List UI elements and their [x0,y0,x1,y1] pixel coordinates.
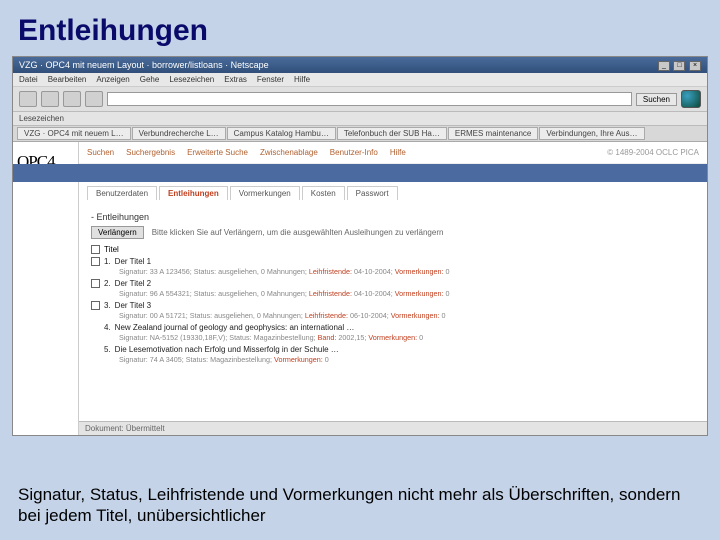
bookmark-toolbar: Lesezeichen [13,112,707,126]
item-checkbox[interactable] [91,257,100,266]
main-panel: Suchen Suchergebnis Erweiterte Suche Zwi… [79,142,707,435]
item-title[interactable]: Der Titel 2 [115,279,151,289]
item-checkbox[interactable] [91,279,100,288]
back-button[interactable] [19,91,37,107]
item-title[interactable]: Die Lesemotivation nach Erfolg und Misse… [115,345,339,355]
search-button[interactable]: Suchen [636,93,677,106]
section-heading: - Entleihungen [91,212,695,222]
item-title[interactable]: Der Titel 3 [115,301,151,311]
loan-item: 1. Der Titel 1 Signatur: 33 A 123456; St… [91,257,695,276]
item-number: 2. [104,279,111,289]
user-subtabs: Benutzerdaten Entleihungen Vormerkungen … [79,186,707,200]
browser-tab[interactable]: Verbindungen, Ihre Aus… [539,127,644,140]
sidebar: OPC4 [13,142,79,435]
item-number: 4. [104,323,111,333]
browser-tab-bar: VZG · OPC4 mit neuem L… Verbundrecherche… [13,126,707,142]
item-number: 5. [104,345,111,355]
tab-userdata[interactable]: Benutzerdaten [87,186,157,200]
menu-edit[interactable]: Bearbeiten [48,75,87,84]
item-number: 1. [104,257,111,267]
copyright-text: © 1489-2004 OCLC PICA [607,148,699,157]
menubar: Datei Bearbeiten Anzeigen Gehe Lesezeich… [13,73,707,87]
item-title[interactable]: Der Titel 1 [115,257,151,267]
bookmarks-label[interactable]: Lesezeichen [19,114,64,123]
item-number: 3. [104,301,111,311]
renew-hint: Bitte klicken Sie auf Verlängern, um die… [152,228,444,237]
nav-results[interactable]: Suchergebnis [126,148,175,157]
loans-body: - Entleihungen Verlängern Bitte klicken … [79,200,707,375]
tab-fees[interactable]: Kosten [302,186,345,200]
browser-tab[interactable]: VZG · OPC4 mit neuem L… [17,127,131,140]
menu-go[interactable]: Gehe [140,75,160,84]
item-detail: Signatur: NA-5152 (19330,18F,V); Status:… [119,333,695,342]
menu-help[interactable]: Hilfe [294,75,310,84]
browser-tab[interactable]: Campus Katalog Hambu… [227,127,336,140]
browser-window: VZG · OPC4 mit neuem Layout · borrower/l… [12,56,708,436]
menu-bookmarks[interactable]: Lesezeichen [169,75,214,84]
item-title[interactable]: New Zealand journal of geology and geoph… [115,323,355,333]
nav-advanced[interactable]: Erweiterte Suche [187,148,248,157]
window-title: VZG · OPC4 mit neuem Layout · borrower/l… [19,60,269,70]
column-title: Titel [104,245,119,254]
select-all-checkbox[interactable] [91,245,100,254]
netscape-logo-icon [681,90,701,108]
toolbar: Suchen [13,87,707,112]
menu-view[interactable]: Anzeigen [96,75,129,84]
nav-help[interactable]: Hilfe [390,148,406,157]
header-stripe [13,164,707,182]
opc-top-nav: Suchen Suchergebnis Erweiterte Suche Zwi… [79,142,707,164]
window-controls: _ □ × [657,59,701,71]
loan-item: 2. Der Titel 2 Signatur: 96 A 554321; St… [91,279,695,298]
tab-loans[interactable]: Entleihungen [159,186,228,200]
reload-button[interactable] [63,91,81,107]
titlebar: VZG · OPC4 mit neuem Layout · borrower/l… [13,57,707,73]
menu-file[interactable]: Datei [19,75,38,84]
renew-button[interactable]: Verlängern [91,226,144,239]
list-header: Titel [91,245,695,254]
browser-tab[interactable]: ERMES maintenance [448,127,538,140]
loan-item: 3. Der Titel 3 Signatur: 00 A 51721; Sta… [91,301,695,320]
tab-reservations[interactable]: Vormerkungen [230,186,300,200]
browser-tab[interactable]: Telefonbuch der SUB Ha… [337,127,447,140]
menu-window[interactable]: Fenster [257,75,284,84]
page-content: OPC4 Suchen Suchergebnis Erweiterte Such… [13,142,707,435]
slide-caption: Signatur, Status, Leihfristende und Vorm… [18,484,702,527]
status-text: Dokument: Übermittelt [85,424,165,433]
loan-item: 4. New Zealand journal of geology and ge… [91,323,695,342]
nav-clipboard[interactable]: Zwischenablage [260,148,318,157]
browser-status-bar: Dokument: Übermittelt [79,421,707,435]
stop-button[interactable] [85,91,103,107]
loan-item: 5. Die Lesemotivation nach Erfolg und Mi… [91,345,695,364]
item-checkbox[interactable] [91,301,100,310]
browser-tab[interactable]: Verbundrecherche L… [132,127,226,140]
slide-title: Entleihungen [0,0,720,56]
nav-search[interactable]: Suchen [87,148,114,157]
tab-password[interactable]: Passwort [347,186,398,200]
close-button[interactable]: × [689,61,701,71]
item-detail: Signatur: 96 A 554321; Status: ausgelieh… [119,289,695,298]
minimize-button[interactable]: _ [658,61,670,71]
forward-button[interactable] [41,91,59,107]
item-detail: Signatur: 33 A 123456; Status: ausgelieh… [119,267,695,276]
maximize-button[interactable]: □ [673,61,685,71]
nav-userinfo[interactable]: Benutzer-Info [330,148,378,157]
item-detail: Signatur: 74 A 3405; Status: Magazinbest… [119,355,695,364]
url-input[interactable] [107,92,632,106]
menu-tools[interactable]: Extras [224,75,247,84]
item-detail: Signatur: 00 A 51721; Status: ausgeliehe… [119,311,695,320]
